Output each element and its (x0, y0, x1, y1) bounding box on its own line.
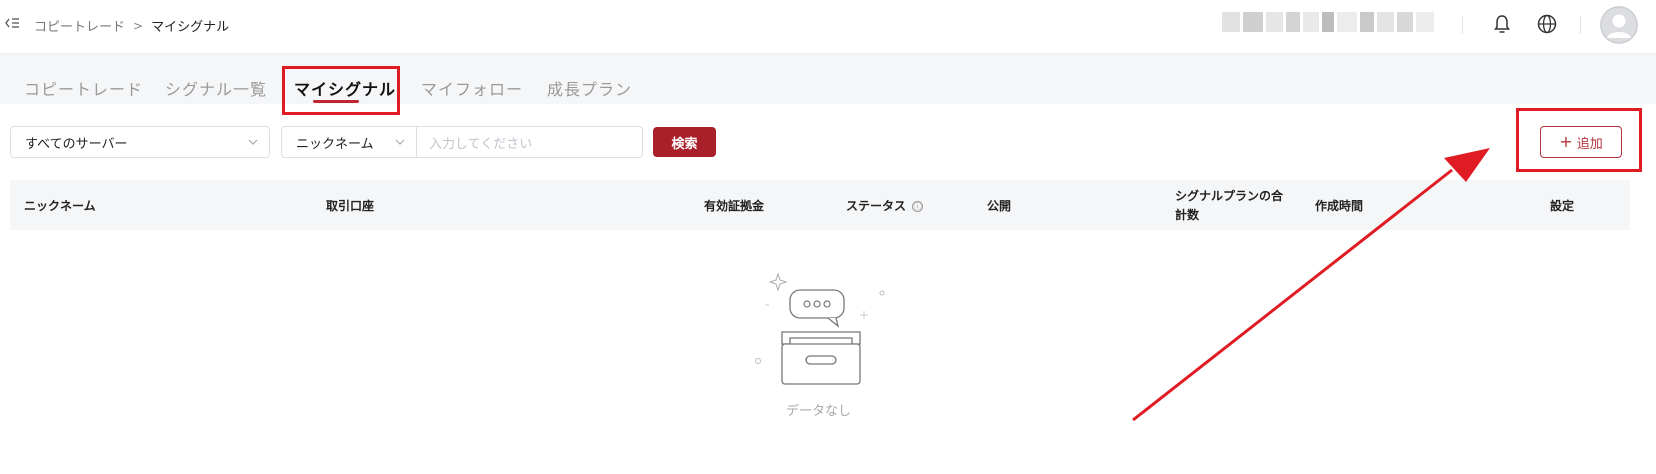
search-input-placeholder: 入力してください (429, 136, 533, 152)
server-select[interactable]: すべてのサーバー (10, 126, 270, 158)
empty-state-text: データなし (786, 404, 852, 419)
breadcrumb-separator: > (133, 18, 144, 33)
search-input[interactable]: 入力してください (417, 126, 643, 158)
info-icon[interactable]: ⓘ (912, 201, 924, 212)
collapse-menu-icon[interactable] (4, 15, 20, 31)
column-header-account[interactable]: 取引口座 (326, 197, 374, 214)
header-divider (1462, 16, 1463, 34)
highlight-box-my-signals-tab (282, 66, 400, 115)
column-header-public[interactable]: 公開 (987, 197, 1011, 214)
column-header-settings[interactable]: 設定 (1550, 197, 1574, 214)
avatar[interactable] (1600, 6, 1638, 44)
column-header-equity[interactable]: 有効証拠金 (704, 197, 764, 214)
bell-icon[interactable] (1491, 13, 1513, 35)
search-button[interactable]: 検索 (653, 127, 716, 157)
column-header-created-time[interactable]: 作成時間 (1315, 197, 1363, 214)
empty-box-icon (755, 272, 885, 385)
table-header: ニックネーム 取引口座 有効証拠金 ステータス ⓘ 公開 シグナルプランの合計数… (10, 180, 1630, 230)
column-header-nickname[interactable]: ニックネーム (24, 197, 96, 214)
top-header: コピートレード > マイシグナル (0, 0, 1656, 54)
avatar-icon (1600, 6, 1638, 44)
tab-my-follows[interactable]: マイフォロー (421, 76, 523, 100)
tab-growth-plan[interactable]: 成長プラン (547, 76, 632, 100)
highlight-box-add-button (1516, 108, 1642, 172)
breadcrumb: コピートレード > マイシグナル (34, 16, 230, 36)
globe-icon[interactable] (1536, 13, 1558, 35)
header-divider (1580, 16, 1581, 34)
tab-copy-trade[interactable]: コピートレード (24, 76, 143, 100)
tab-signal-list[interactable]: シグナル一覧 (165, 76, 267, 100)
search-field-select[interactable]: ニックネーム (281, 126, 417, 158)
breadcrumb-current: マイシグナル (151, 20, 230, 35)
column-header-status[interactable]: ステータス ⓘ (846, 197, 924, 214)
chevron-down-icon (248, 139, 258, 145)
chevron-down-icon (395, 139, 405, 145)
account-info-blurred (1222, 12, 1434, 32)
search-field-value: ニックネーム (296, 136, 374, 152)
server-select-value: すべてのサーバー (25, 136, 128, 152)
column-header-status-label: ステータス (846, 199, 907, 213)
column-header-signal-plan-total[interactable]: シグナルプランの合計数 (1175, 187, 1287, 225)
breadcrumb-parent[interactable]: コピートレード (34, 16, 125, 35)
page: コピートレード > マイシグナル コピートレード シグナル一覧 マイシグナル マ… (0, 0, 1656, 474)
